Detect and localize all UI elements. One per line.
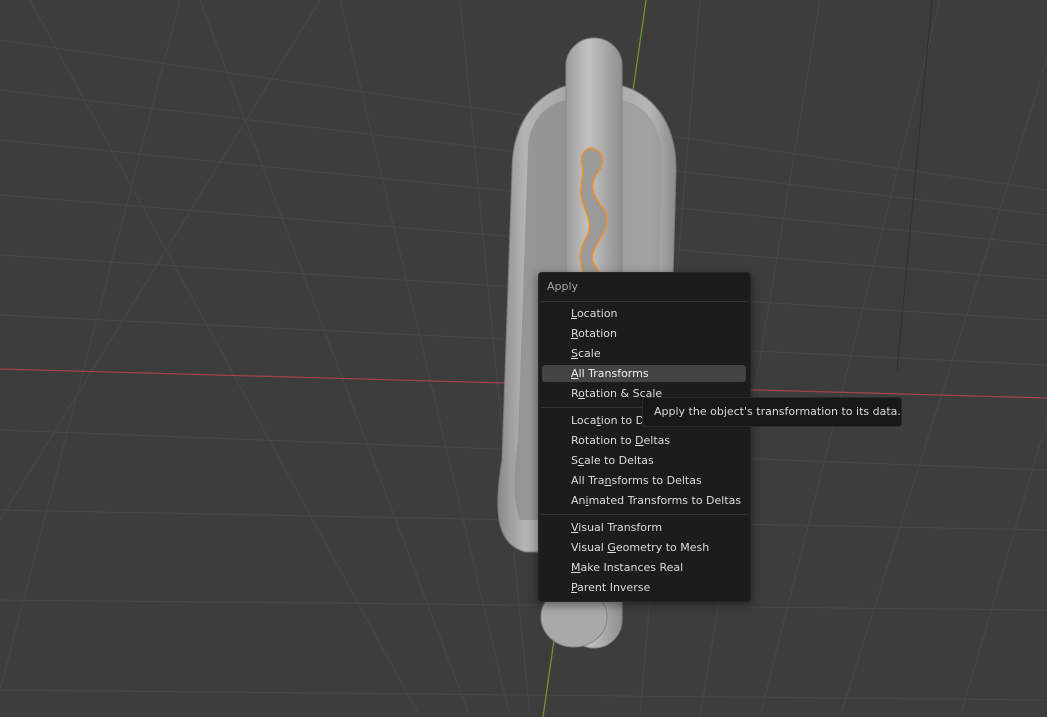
- menu-item-animated-transforms-to-deltas[interactable]: Animated Transforms to Deltas: [542, 492, 746, 509]
- menu-item-label-post: mated Transforms to Deltas: [588, 494, 742, 507]
- menu-title: Apply: [547, 280, 579, 293]
- menu-item-label-post: cale: [577, 347, 601, 360]
- menu-item-all-transforms-to-deltas[interactable]: All Transforms to Deltas: [542, 472, 746, 489]
- menu-item-all-transforms[interactable]: All Transforms: [542, 365, 746, 382]
- apply-menu: Apply Location Rotation Scale All Transform…: [538, 272, 751, 602]
- z-axis-line: [896, 0, 933, 371]
- menu-item-label-post: isual Transform: [578, 521, 663, 534]
- menu-item-label-post: eltas: [643, 434, 671, 447]
- menu-item-label-pre: Rotation to: [571, 434, 636, 447]
- menu-item-location[interactable]: Location: [542, 305, 746, 322]
- menu-item-hotkey-letter: A: [571, 367, 579, 380]
- menu-item-hotkey-letter: o: [578, 387, 585, 400]
- menu-item-scale-to-deltas[interactable]: Scale to Deltas: [542, 452, 746, 469]
- menu-item-label-post: ake Instances Real: [580, 561, 684, 574]
- menu-item-visual-geometry-to-mesh[interactable]: Visual Geometry to Mesh: [542, 539, 746, 556]
- menu-item-label-pre: Visual: [571, 541, 608, 554]
- menu-item-hotkey-letter: D: [635, 434, 644, 447]
- menu-item-parent-inverse[interactable]: Parent Inverse: [542, 579, 746, 596]
- menu-item-label-post: arent Inverse: [577, 581, 651, 594]
- menu-item-label-pre: An: [571, 494, 586, 507]
- tooltip: Apply the object's transformation to its…: [642, 397, 902, 427]
- menu-separator: [541, 514, 748, 515]
- menu-item-label-post: ale to Deltas: [584, 454, 654, 467]
- menu-item-label-pre: Loca: [571, 414, 597, 427]
- menu-item-hotkey-letter: S: [571, 347, 578, 360]
- menu-item-label-pre: S: [571, 454, 578, 467]
- menu-separator: [541, 301, 748, 302]
- menu-item-rotation-to-deltas[interactable]: Rotation to Deltas: [542, 432, 746, 449]
- menu-item-visual-transform[interactable]: Visual Transform: [542, 519, 746, 536]
- menu-item-label-pre: All Tra: [571, 474, 605, 487]
- viewport-scene: [0, 0, 1047, 717]
- menu-item-hotkey-letter: G: [607, 541, 616, 554]
- menu-item-label-post: eometry to Mesh: [615, 541, 710, 554]
- menu-item-label-post: ocation: [576, 307, 618, 320]
- menu-item-label-post: ll Transforms: [578, 367, 649, 380]
- menu-item-hotkey-letter: M: [571, 561, 581, 574]
- menu-item-rotation[interactable]: Rotation: [542, 325, 746, 342]
- menu-item-label-post: otation: [578, 327, 618, 340]
- menu-item-scale[interactable]: Scale: [542, 345, 746, 362]
- menu-item-make-instances-real[interactable]: Make Instances Real: [542, 559, 746, 576]
- 3d-viewport[interactable]: [0, 0, 1047, 717]
- menu-item-label-post: sforms to Deltas: [611, 474, 702, 487]
